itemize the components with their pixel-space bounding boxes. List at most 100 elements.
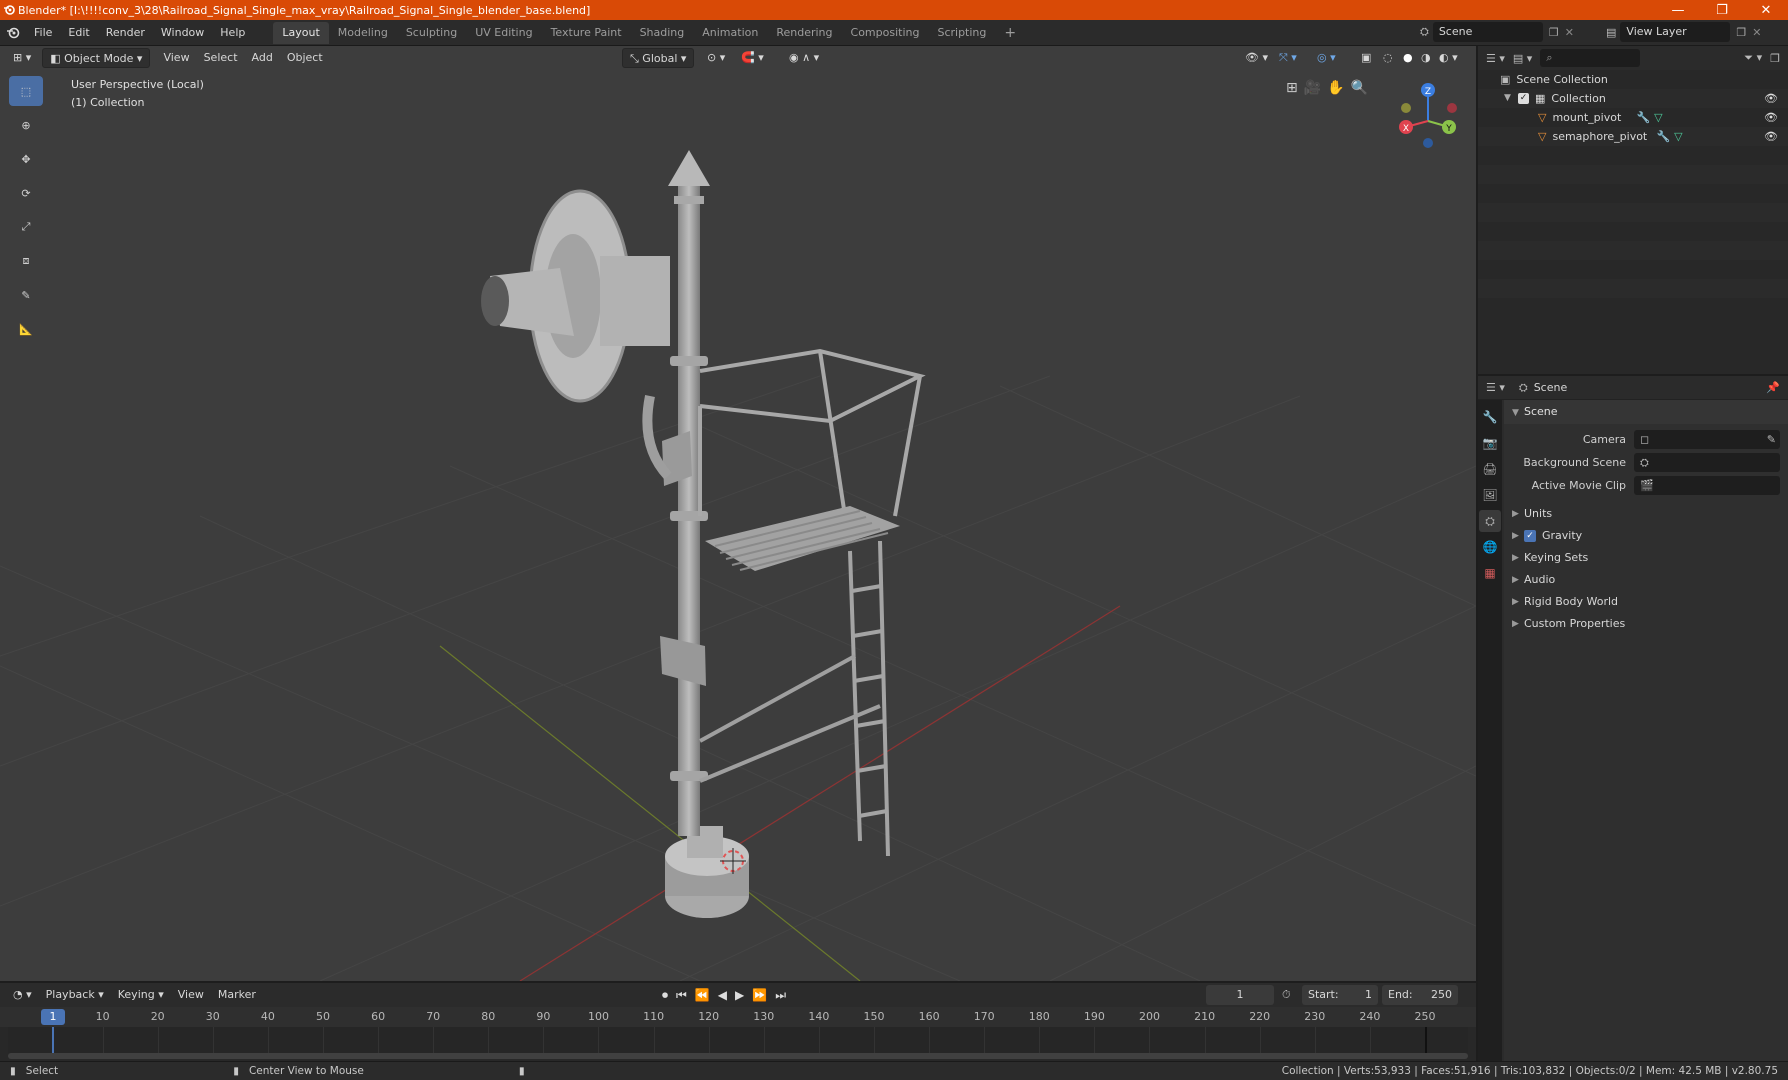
outliner-editor-type-icon[interactable]: ☰ ▾ [1486, 52, 1505, 65]
eyedropper-icon[interactable]: ✎ [1767, 433, 1776, 446]
snap-icon[interactable]: 🧲 ▾ [734, 48, 771, 68]
annotate-tool-icon[interactable]: ✎ [9, 280, 43, 310]
viewport-menu-select[interactable]: Select [197, 48, 245, 68]
scene-name-field[interactable]: Scene [1432, 22, 1543, 42]
menu-edit[interactable]: Edit [60, 22, 97, 44]
timeline-track[interactable] [8, 1027, 1468, 1053]
rotate-tool-icon[interactable]: ⟳ [9, 178, 43, 208]
current-frame-field[interactable]: 1 [1206, 985, 1274, 1005]
texture-tab-icon[interactable]: ▦ [1479, 562, 1501, 584]
xray-toggle-icon[interactable]: ▣ [1354, 48, 1378, 68]
move-tool-icon[interactable]: ✥ [9, 144, 43, 174]
end-frame-field[interactable]: End: 250 [1382, 985, 1458, 1005]
gizmo-toggle-icon[interactable]: ⤧ ▾ [1272, 48, 1304, 68]
timeline-editor-type-icon[interactable]: ◔ ▾ [6, 985, 39, 1005]
render-tab-icon[interactable]: 📷 [1479, 432, 1501, 454]
outliner-row-scene-collection[interactable]: ▣ Scene Collection [1478, 70, 1788, 89]
tool-tab-icon[interactable]: 🔧 [1479, 406, 1501, 428]
custom-properties-subpanel[interactable]: ▶ Custom Properties [1504, 613, 1788, 635]
units-subpanel[interactable]: ▶ Units [1504, 503, 1788, 525]
zoom-icon[interactable]: 🔍 [1351, 80, 1368, 96]
outliner-search-input[interactable]: ⌕ [1540, 49, 1641, 67]
view-layer-new-icon[interactable]: ❐ [1736, 26, 1746, 39]
tab-layout[interactable]: Layout [273, 21, 329, 44]
camera-view-icon[interactable]: 🎥 [1304, 80, 1321, 96]
visibility-icon[interactable]: 👁 ▾ [1238, 48, 1275, 68]
measure-tool-icon[interactable]: 📐 [9, 314, 43, 344]
tab-compositing[interactable]: Compositing [842, 22, 929, 44]
pan-hand-icon[interactable]: ✋ [1327, 80, 1344, 96]
menu-help[interactable]: Help [212, 22, 253, 44]
tab-rendering[interactable]: Rendering [767, 22, 841, 44]
toggle-grid-icon[interactable]: ⊞ [1286, 80, 1298, 96]
navigation-gizmo[interactable]: Z Y X [1399, 83, 1457, 148]
editor-type-icon[interactable]: ⊞ ▾ [6, 48, 38, 68]
outliner-row-collection[interactable]: ▼ ✓ ▦ Collection 👁 [1478, 89, 1788, 108]
record-icon[interactable]: ⏺ [662, 988, 668, 1003]
object-mode-dropdown[interactable]: ◧ Object Mode ▾ [42, 48, 151, 68]
tab-sculpting[interactable]: Sculpting [397, 22, 466, 44]
scene-selector[interactable]: ⛭ Scene ❐ ✕ [1420, 22, 1574, 42]
view-layer-field[interactable]: View Layer [1620, 22, 1731, 42]
blender-menu-icon[interactable] [0, 26, 26, 40]
add-workspace-button[interactable]: + [995, 22, 1025, 44]
shading-rendered-icon[interactable]: ◐ ▾ [1432, 48, 1465, 68]
viewport-menu-add[interactable]: Add [245, 48, 280, 68]
outliner-filter-icon[interactable]: ⏷ ▾ [1744, 51, 1762, 65]
properties-editor-type-icon[interactable]: ☰ ▾ [1486, 381, 1505, 394]
background-scene-field[interactable]: ⛭ [1634, 453, 1780, 472]
next-keyframe-icon[interactable]: ⏩ [752, 988, 767, 1003]
timeline-menu-marker[interactable]: Marker [211, 985, 263, 1005]
tab-modeling[interactable]: Modeling [329, 22, 397, 44]
3d-viewport[interactable]: Z Y X ⊞ ▾ ◧ Object Mode ▾ View Select Ad… [0, 46, 1476, 981]
cursor-tool-icon[interactable]: ⊕ [9, 110, 43, 140]
scene-remove-icon[interactable]: ✕ [1565, 26, 1574, 39]
rigid-body-world-subpanel[interactable]: ▶ Rigid Body World [1504, 591, 1788, 613]
keying-sets-subpanel[interactable]: ▶ Keying Sets [1504, 547, 1788, 569]
play-icon[interactable]: ▶ [735, 988, 744, 1003]
start-frame-field[interactable]: Start: 1 [1302, 985, 1378, 1005]
object-visibility-icon[interactable]: 👁 [1764, 108, 1778, 127]
collection-visibility-icon[interactable]: 👁 [1764, 89, 1778, 108]
tab-animation[interactable]: Animation [693, 22, 767, 44]
timeline-ruler[interactable]: 1 10 20 30 40 50 60 70 80 90 100 110 120 130 140 150 160… [0, 1007, 1476, 1027]
view-layer-tab-icon[interactable]: 🖼 [1479, 484, 1501, 506]
preview-range-icon[interactable]: ⏱ [1282, 988, 1291, 1002]
viewport-canvas[interactable]: Z Y X [0, 46, 1476, 981]
camera-field[interactable]: ◻ ✎ [1634, 430, 1780, 449]
tab-uv-editing[interactable]: UV Editing [466, 22, 541, 44]
play-reverse-icon[interactable]: ◀ [718, 988, 727, 1003]
object-visibility-icon[interactable]: 👁 [1764, 127, 1778, 146]
view-layer-selector[interactable]: ▤ View Layer ❐ ✕ [1606, 22, 1762, 42]
viewport-menu-view[interactable]: View [156, 48, 196, 68]
jump-end-icon[interactable]: ⏭ [775, 988, 786, 1003]
new-collection-icon[interactable]: ❐ [1770, 52, 1780, 65]
select-box-tool-icon[interactable]: ⬚ [9, 76, 43, 106]
prev-keyframe-icon[interactable]: ⏪ [695, 988, 710, 1003]
menu-window[interactable]: Window [153, 22, 212, 44]
minimize-button[interactable]: — [1656, 3, 1700, 18]
menu-render[interactable]: Render [98, 22, 153, 44]
world-tab-icon[interactable]: 🌐 [1479, 536, 1501, 558]
audio-subpanel[interactable]: ▶ Audio [1504, 569, 1788, 591]
current-frame-indicator[interactable]: 1 [41, 1009, 65, 1025]
collection-expand-icon[interactable]: ▼ [1504, 89, 1518, 108]
scale-tool-icon[interactable]: ⤢ [9, 212, 43, 242]
gravity-subpanel[interactable]: ▶ ✓ Gravity [1504, 525, 1788, 547]
timeline-menu-keying[interactable]: Keying ▾ [111, 985, 171, 1005]
active-movie-clip-field[interactable]: 🎬 [1634, 476, 1780, 495]
outliner-row-object[interactable]: ▽ mount_pivot 🔧 ▽ 👁 [1478, 108, 1788, 127]
gravity-checkbox[interactable]: ✓ [1524, 530, 1536, 542]
close-button[interactable]: ✕ [1744, 3, 1788, 18]
tab-shading[interactable]: Shading [631, 22, 694, 44]
outliner-display-mode-icon[interactable]: ▤ ▾ [1513, 52, 1532, 65]
view-layer-remove-icon[interactable]: ✕ [1752, 26, 1761, 39]
tab-scripting[interactable]: Scripting [928, 22, 995, 44]
transform-tool-icon[interactable]: ⧈ [9, 246, 43, 276]
menu-file[interactable]: File [26, 22, 60, 44]
overlay-toggle-icon[interactable]: ◎ ▾ [1310, 48, 1343, 68]
maximize-button[interactable]: ❐ [1700, 3, 1744, 18]
timeline-menu-view[interactable]: View [171, 985, 211, 1005]
scene-new-icon[interactable]: ❐ [1549, 26, 1559, 39]
output-tab-icon[interactable]: 🖨 [1479, 458, 1501, 480]
